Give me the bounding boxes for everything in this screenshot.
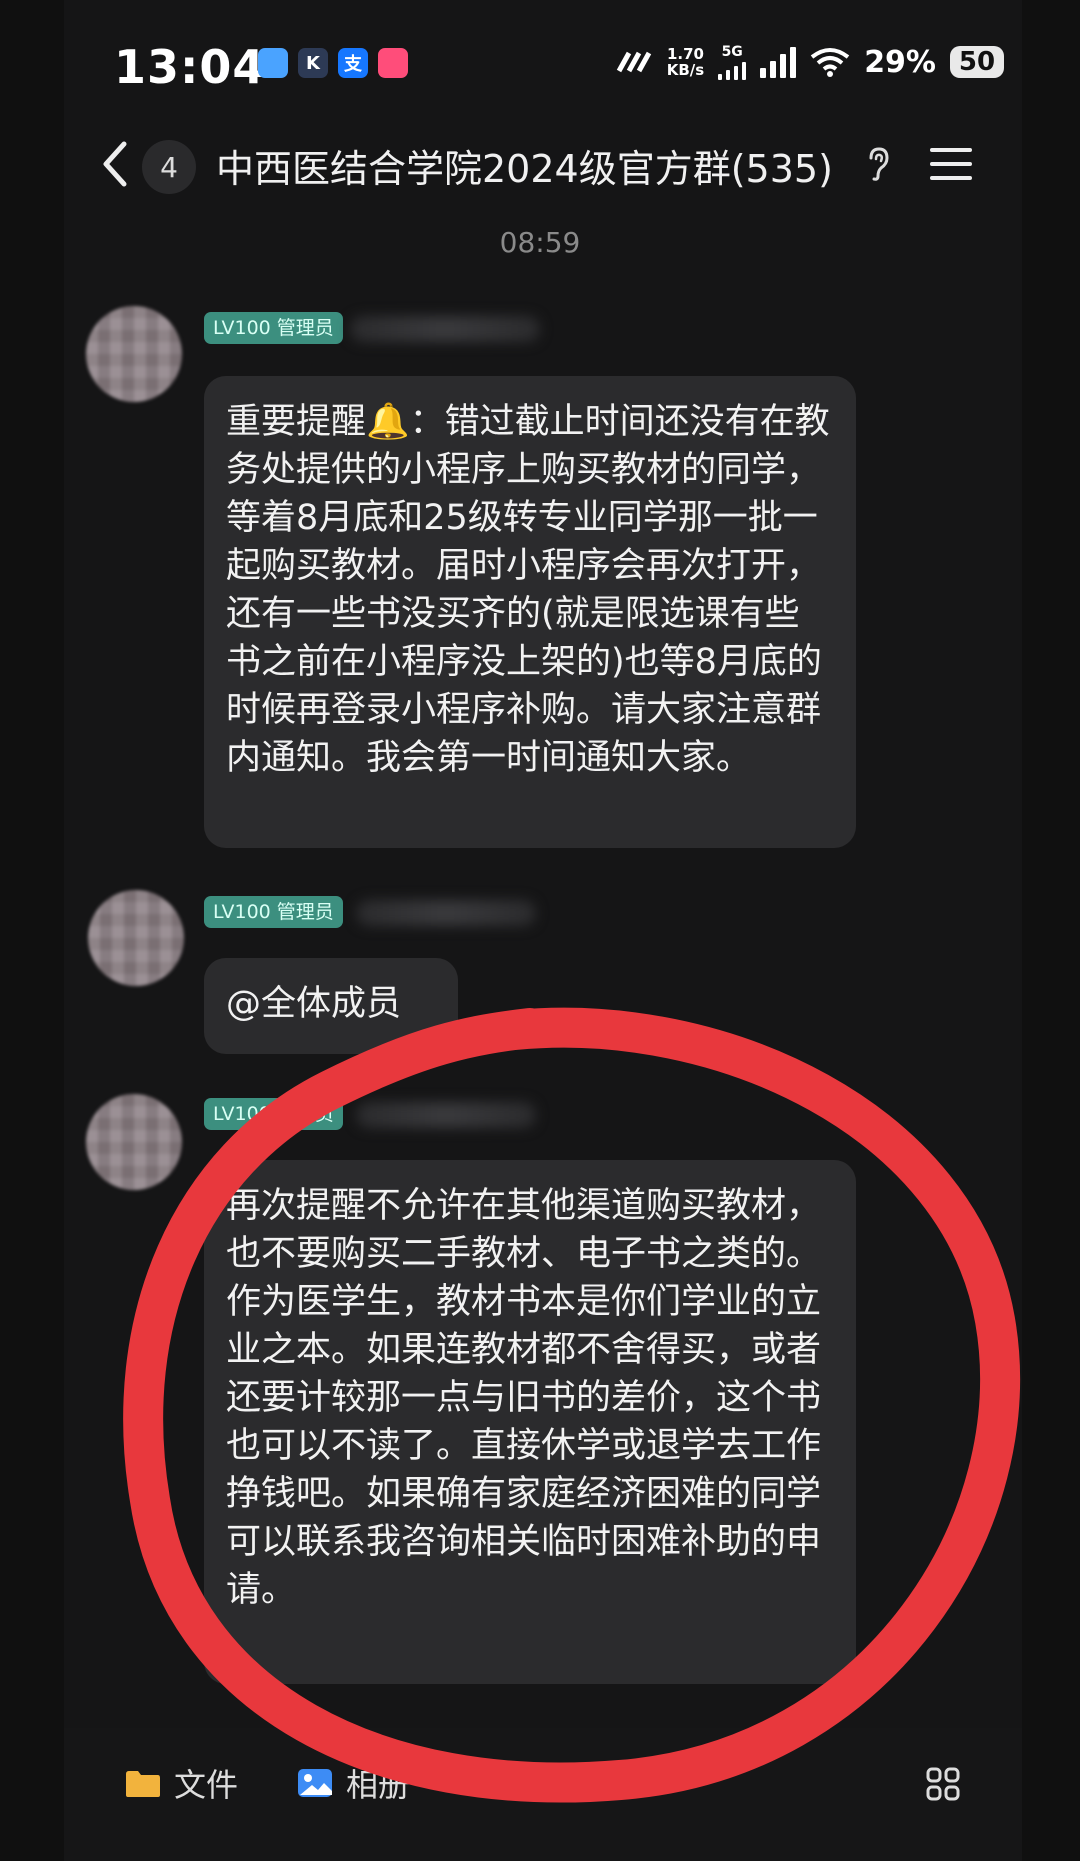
folder-icon xyxy=(126,1771,160,1797)
app-notification-icon xyxy=(258,48,288,78)
avatar[interactable] xyxy=(86,306,182,402)
k-app-icon: K xyxy=(298,48,328,78)
message-timestamp: 08:59 xyxy=(499,226,581,259)
signal-strength-icon xyxy=(760,46,797,78)
clock: 13:04 xyxy=(114,40,266,94)
group-title[interactable]: 中西医结合学院2024级官方群(535) xyxy=(216,138,833,193)
nfc-icon xyxy=(616,51,651,73)
chat-header: 4 中西医结合学院2024级官方群(535) xyxy=(0,118,1080,208)
unread-count-badge[interactable]: 4 xyxy=(142,140,196,194)
admin-badge: LV100 管理员 xyxy=(204,312,343,344)
ear-icon[interactable] xyxy=(866,146,892,182)
network-speed: 1.70 KB/s xyxy=(667,46,704,78)
avatar[interactable] xyxy=(86,1094,182,1190)
message-bubble[interactable]: 重要提醒🔔：错过截止时间还没有在教务处提供的小程序上购买教材的同学，等着8月底和… xyxy=(204,376,856,848)
battery-icon: 50 xyxy=(950,46,1004,78)
album-button-label: 相册 xyxy=(346,1766,411,1804)
file-button-label: 文件 xyxy=(174,1766,239,1804)
sender-name-blurred xyxy=(356,1102,536,1128)
cellular-5g: 5G xyxy=(718,44,747,80)
admin-badge: LV100 管理员 xyxy=(204,896,343,928)
menu-icon[interactable] xyxy=(928,144,974,184)
admin-badge: LV100 管理员 xyxy=(204,1098,343,1130)
album-button[interactable]: 相册 xyxy=(296,1752,410,1814)
file-button[interactable]: 文件 xyxy=(124,1752,238,1814)
message-bubble[interactable]: 再次提醒不允许在其他渠道购买教材，也不要购买二手教材、电子书之类的。作为医学生，… xyxy=(204,1160,856,1684)
network-type: 5G xyxy=(721,44,743,60)
network-speed-unit: KB/s xyxy=(666,61,705,79)
alipay-icon: 支 xyxy=(338,48,368,78)
battery-label: 50 xyxy=(958,47,996,77)
message-text: @全体成员 xyxy=(226,984,402,1024)
network-speed-value: 1.70 xyxy=(666,45,704,63)
image-icon xyxy=(298,1769,332,1797)
sender-name-blurred xyxy=(350,316,540,342)
notification-icons: K 支 xyxy=(258,48,408,78)
message-bubble[interactable]: @全体成员 xyxy=(204,958,458,1054)
battery-percent: 29% xyxy=(864,44,936,80)
message-text: 重要提醒🔔：错过截止时间还没有在教务处提供的小程序上购买教材的同学，等着8月底和… xyxy=(226,402,830,778)
more-apps-icon[interactable] xyxy=(926,1767,960,1801)
sender-name-blurred xyxy=(356,900,536,926)
avatar[interactable] xyxy=(88,890,184,986)
bottom-toolbar: 文件 相册 xyxy=(64,1728,1022,1861)
back-arrow-icon[interactable] xyxy=(96,140,136,188)
status-indicators: 1.70 KB/s 5G 29% 50 xyxy=(615,44,1004,80)
wifi-icon xyxy=(810,48,850,77)
chat-app-icon xyxy=(378,48,408,78)
signal-bars-small-icon xyxy=(718,60,747,80)
message-text: 再次提醒不允许在其他渠道购买教材，也不要购买二手教材、电子书之类的。作为医学生，… xyxy=(226,1186,822,1610)
